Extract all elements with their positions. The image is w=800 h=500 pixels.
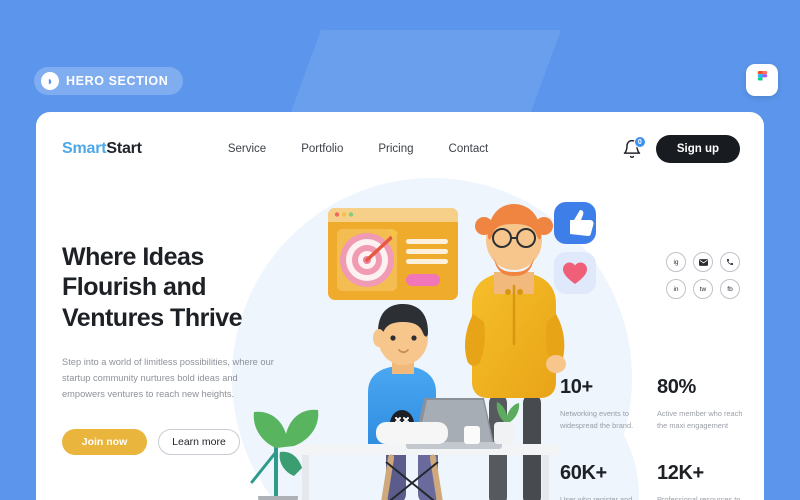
nav-item-portfolio[interactable]: Portfolio — [301, 143, 343, 155]
stat-caption: User who register and signing up for usi… — [560, 494, 633, 500]
header-actions: 0 Sign up — [622, 135, 740, 163]
bell-icon[interactable]: 0 — [622, 136, 646, 159]
stat-caption: Networking events to widespread the bran… — [560, 409, 634, 430]
thumbs-up-icon — [554, 202, 596, 244]
hero-cta-group: Join now Learn more — [62, 428, 274, 455]
brand-logo-accent: Smart — [62, 140, 107, 157]
target-dartboard-window — [328, 208, 458, 300]
hero-body: Where Ideas Flourish and Ventures Thrive… — [36, 178, 764, 500]
signup-button[interactable]: Sign up — [655, 135, 740, 163]
figma-circle-icon: ◗ — [41, 72, 59, 90]
phone-icon[interactable] — [720, 252, 740, 272]
instagram-label: ig — [673, 258, 679, 266]
hero-copy: Where Ideas Flourish and Ventures Thrive… — [62, 242, 274, 455]
nav-item-service[interactable]: Service — [228, 143, 266, 155]
nav-item-pricing[interactable]: Pricing — [378, 143, 413, 155]
twitter-icon[interactable]: tw — [693, 279, 713, 299]
hero-paragraph: Step into a world of limitless possibili… — [62, 356, 274, 399]
page-title: Where Ideas Flourish and Ventures Thrive — [62, 243, 243, 332]
notification-count-badge: 0 — [633, 136, 646, 148]
instagram-icon[interactable]: ig — [666, 252, 686, 272]
site-header: SmartStart Service Portfolio Pricing Con… — [36, 112, 764, 186]
hero-section-badge: ◗ HERO SECTION — [34, 67, 184, 95]
figma-logo-icon[interactable] — [746, 64, 778, 96]
stat-value: 80% — [657, 376, 696, 398]
stat-value: 12K+ — [657, 461, 704, 484]
facebook-icon[interactable]: fb — [720, 279, 740, 299]
stat-value: 10+ — [560, 376, 593, 398]
stat-item: 60K+ User who register and signing up fo… — [560, 462, 649, 500]
twitter-label: tw — [699, 285, 707, 293]
linkedin-label: in — [673, 285, 679, 293]
cup — [464, 426, 480, 444]
stat-value: 60K+ — [560, 461, 607, 484]
brand-logo-text: Start — [106, 140, 142, 157]
stat-caption: Professional resources to bold your bran… — [657, 494, 741, 500]
learn-more-button[interactable]: Learn more — [158, 428, 240, 455]
email-icon[interactable] — [693, 252, 713, 272]
social-links: ig in tw fb — [666, 252, 740, 299]
stat-caption: Active member who reach the maxi engagem… — [657, 409, 743, 430]
linkedin-icon[interactable]: in — [666, 279, 686, 299]
landing-page-card: SmartStart Service Portfolio Pricing Con… — [36, 112, 764, 500]
facebook-label: fb — [727, 285, 733, 293]
hero-section-badge-label: HERO SECTION — [66, 74, 169, 88]
nav-item-contact[interactable]: Contact — [449, 143, 489, 155]
stat-item: 10+ Networking events to widespread the … — [560, 376, 649, 432]
stats-grid: 10+ Networking events to widespread the … — [560, 376, 746, 500]
standing-person-hoodie — [465, 204, 566, 500]
join-now-button[interactable]: Join now — [62, 428, 147, 455]
heart-icon — [554, 252, 596, 294]
stat-item: 80% Active member who reach the maxi eng… — [657, 376, 746, 432]
main-nav: Service Portfolio Pricing Contact — [228, 143, 488, 155]
brand-logo[interactable]: SmartStart — [62, 140, 142, 158]
stat-item: 12K+ Professional resources to bold your… — [657, 462, 746, 500]
